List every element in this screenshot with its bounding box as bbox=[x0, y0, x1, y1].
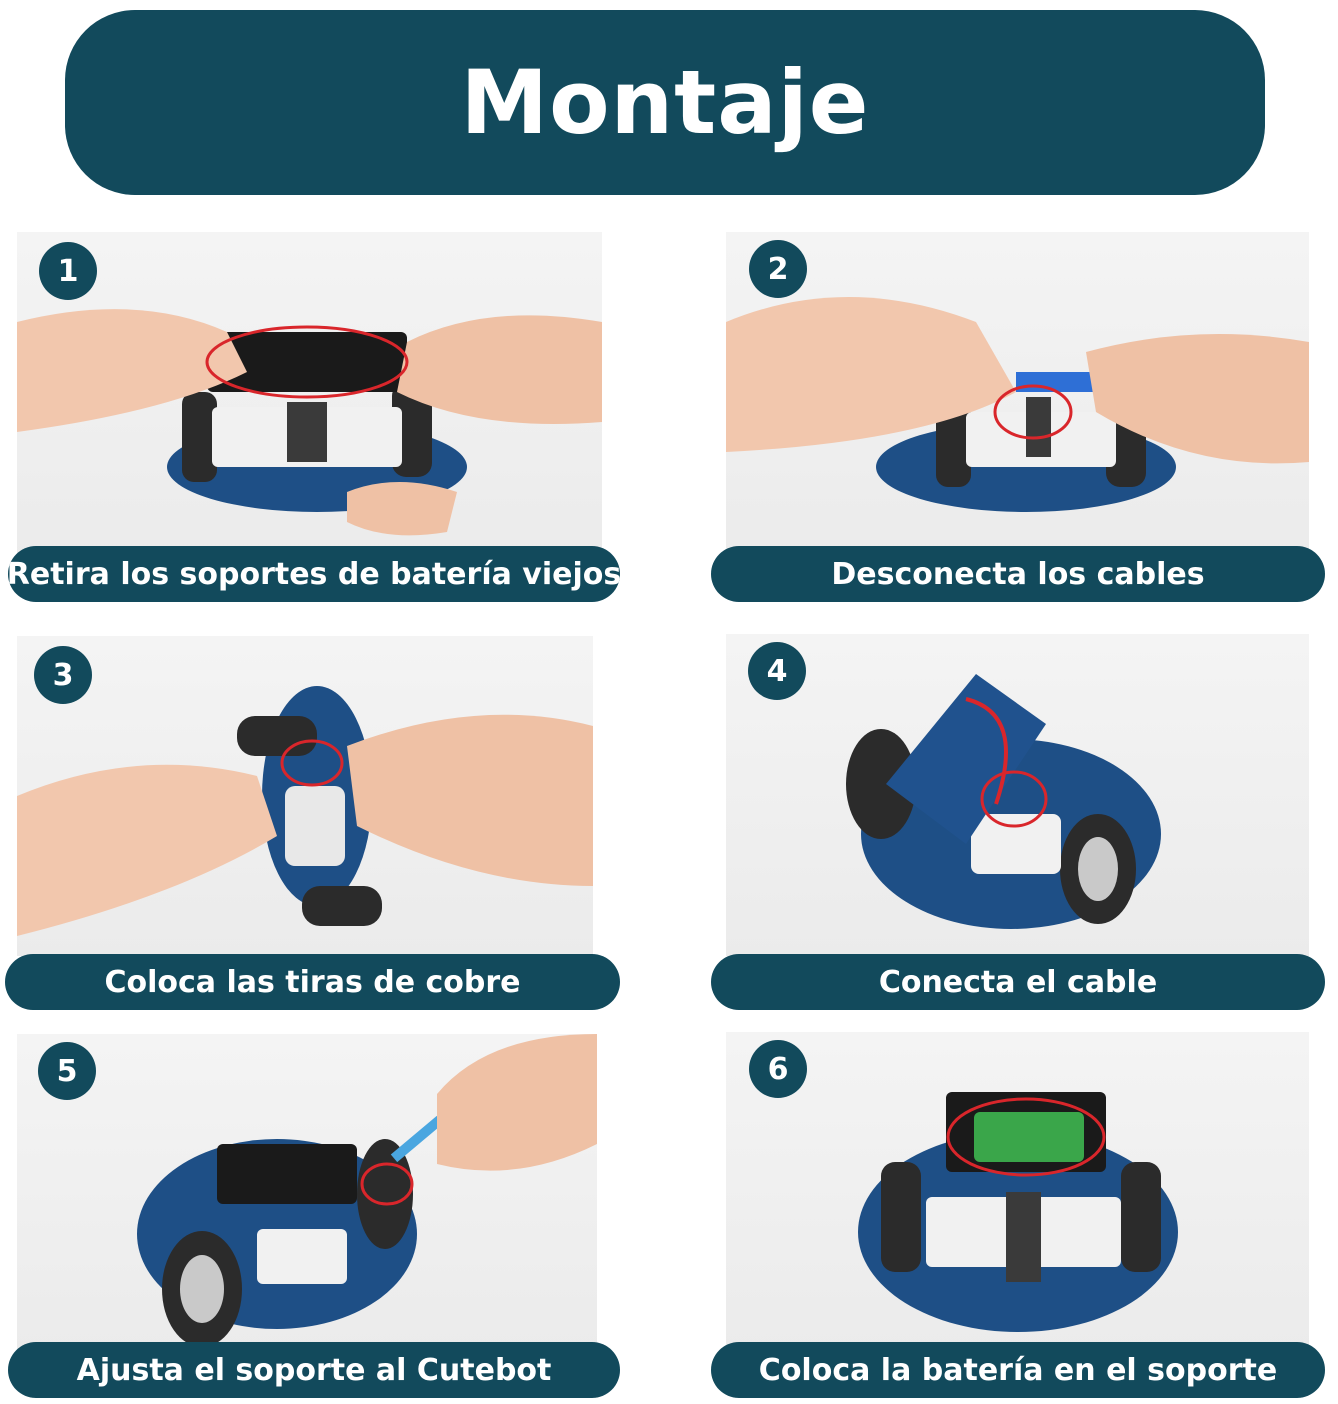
step-6-caption: Coloca la batería en el soporte bbox=[711, 1342, 1325, 1398]
robot-car-illustration bbox=[726, 297, 1309, 512]
step-4-number-badge: 4 bbox=[748, 642, 806, 700]
robot-car-illustration bbox=[858, 1092, 1178, 1332]
step-3-photo bbox=[17, 636, 593, 956]
title-banner: Montaje bbox=[65, 10, 1265, 195]
robot-car-illustration bbox=[17, 686, 593, 936]
step-5-photo bbox=[17, 1034, 597, 1352]
step-5-caption: Ajusta el soporte al Cutebot bbox=[8, 1342, 620, 1398]
step-1-photo bbox=[17, 232, 602, 562]
step-2-number-badge: 2 bbox=[749, 240, 807, 298]
robot-car-illustration bbox=[137, 1034, 597, 1347]
step-5-number-badge: 5 bbox=[38, 1042, 96, 1100]
page-title: Montaje bbox=[460, 51, 870, 154]
step-4-photo bbox=[726, 634, 1309, 956]
step-6-number-badge: 6 bbox=[749, 1040, 807, 1098]
robot-car-illustration bbox=[17, 309, 602, 536]
step-6-photo bbox=[726, 1032, 1309, 1352]
step-4-caption: Conecta el cable bbox=[711, 954, 1325, 1010]
step-1-number-badge: 1 bbox=[39, 242, 97, 300]
step-3-caption: Coloca las tiras de cobre bbox=[5, 954, 620, 1010]
step-2-photo bbox=[726, 232, 1309, 562]
step-3-number-badge: 3 bbox=[34, 646, 92, 704]
step-1-caption: Retira los soportes de batería viejos bbox=[8, 546, 620, 602]
step-2-caption: Desconecta los cables bbox=[711, 546, 1325, 602]
robot-car-illustration bbox=[846, 674, 1161, 929]
